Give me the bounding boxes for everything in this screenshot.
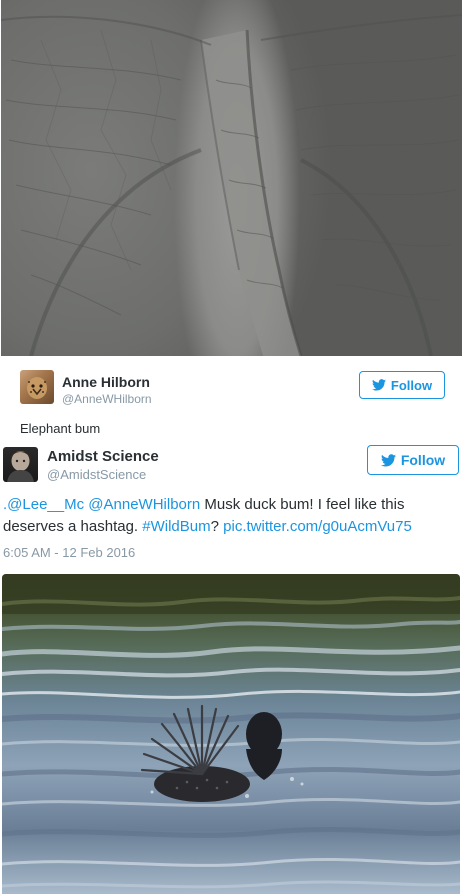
author-handle[interactable]: @AnneWHilborn [62, 392, 152, 406]
follow-button[interactable]: Follow [367, 445, 459, 475]
author-handle[interactable]: @AmidstScience [47, 467, 146, 482]
avatar[interactable] [3, 447, 38, 482]
duck-scene [2, 574, 460, 889]
tweet-text: Elephant bum [20, 421, 101, 436]
musk-duck-photo[interactable] [2, 574, 460, 894]
author-name[interactable]: Amidst Science [47, 448, 159, 465]
follow-label: Follow [400, 452, 446, 468]
cheetah-avatar-icon [27, 377, 47, 399]
elephant-texture [1, 14, 462, 356]
author-name[interactable]: Anne Hilborn [62, 374, 150, 390]
tweet-text-punct: ? [210, 518, 224, 535]
mention-link-anne[interactable]: @AnneWHilborn [88, 496, 200, 513]
follow-label: Follow [390, 377, 433, 393]
twitter-bird-icon [371, 379, 386, 391]
tweet-text: .@Lee__Mc @AnneWHilborn Musk duck bum! I… [3, 494, 458, 538]
mention-link-lee[interactable]: .@Lee__Mc [3, 496, 84, 513]
person-avatar-icon [7, 451, 34, 482]
tweet-card-anne: Anne Hilborn @AnneWHilborn Follow Elepha… [1, 356, 462, 439]
avatar[interactable] [20, 370, 54, 404]
twitter-bird-icon [380, 453, 396, 466]
elephant-photo[interactable] [1, 0, 462, 356]
timestamp[interactable]: 6:05 AM - 12 Feb 2016 [3, 545, 135, 560]
follow-button[interactable]: Follow [359, 371, 445, 399]
hashtag-link[interactable]: #WildBum [142, 518, 210, 535]
pic-link[interactable]: pic.twitter.com/g0uAcmVu75 [223, 518, 412, 535]
